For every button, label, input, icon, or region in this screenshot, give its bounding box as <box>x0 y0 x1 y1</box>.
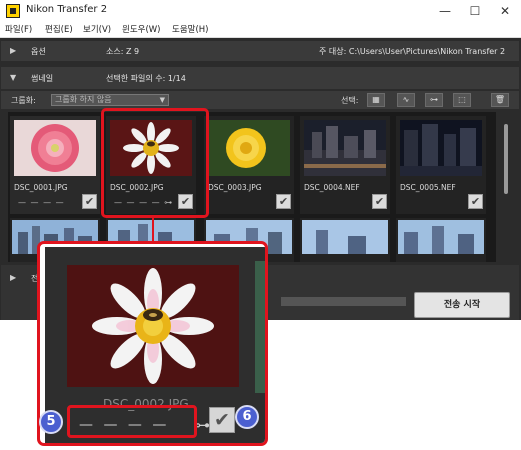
thumbnail-cell[interactable]: DSC_0001.JPG — — — — ✔ <box>10 116 100 214</box>
thumbnail-filename: DSC_0003.JPG <box>208 183 262 192</box>
menu-view[interactable]: 보기(V) <box>83 23 111 35</box>
trash-icon[interactable]: 🗑 <box>491 93 509 107</box>
thumbnail-image <box>302 220 388 254</box>
thumbnail-grid: DSC_0001.JPG — — — — ✔ DSC_0002.JPG — — … <box>8 112 496 262</box>
menu-help[interactable]: 도움말(H) <box>172 23 208 35</box>
select-label: 선택: <box>341 96 359 105</box>
checkbox-checked-icon[interactable]: ✔ <box>372 194 387 209</box>
thumbnail-cell[interactable]: DSC_0005.NEF ✔ <box>396 116 486 214</box>
zoom-next-thumbnail <box>255 261 265 393</box>
options-row[interactable]: ▶ 옵션 소스: Z 9 주 대상: C:\Users\User\Picture… <box>1 41 519 61</box>
checkbox-checked-icon[interactable]: ✔ <box>82 194 97 209</box>
checkbox-checked-icon[interactable]: ✔ <box>276 194 291 209</box>
thumbnails-label: 썸네일 <box>31 74 54 83</box>
menu-bar: 파일(F) 편집(E) 보기(V) 윈도우(W) 도움말(H) <box>0 22 521 38</box>
scrollbar-thumb[interactable] <box>504 124 508 194</box>
thumbnail-image <box>208 120 290 176</box>
app-logo-icon <box>6 4 20 18</box>
minimize-button[interactable]: — <box>430 0 460 22</box>
thumbnail-cell[interactable] <box>300 218 390 262</box>
selected-thumbnail-highlight <box>101 108 209 218</box>
thumbnail-status-dashes: — — — — <box>18 198 65 207</box>
thumbnail-image <box>14 120 96 176</box>
thumbnail-cell[interactable]: DSC_0004.NEF ✔ <box>300 116 390 214</box>
thumbnail-cell[interactable] <box>396 218 486 262</box>
vertical-scrollbar[interactable] <box>500 112 512 262</box>
thumbnail-cell[interactable]: DSC_0003.JPG ✔ <box>204 116 294 214</box>
thumbnail-filename: DSC_0005.NEF <box>400 183 456 192</box>
callout-6: 6 <box>235 405 259 429</box>
select-all-icon[interactable]: ▦ <box>367 93 385 107</box>
progress-bar <box>281 297 406 306</box>
menu-window[interactable]: 윈도우(W) <box>122 23 161 35</box>
checkbox-checked-icon[interactable]: ✔ <box>468 194 483 209</box>
menu-file[interactable]: 파일(F) <box>5 23 32 35</box>
key-icon: ⊶ <box>195 416 210 434</box>
thumbnail-image <box>400 120 482 176</box>
status-highlight <box>67 405 197 438</box>
thumbnail-toolbar: 그룹화: 그룹화 하지 않음 ▼ 선택: ▦ ∿ ⊶ ⬚ 🗑 <box>1 91 519 109</box>
options-label: 옵션 <box>31 47 46 56</box>
expand-arrow-icon[interactable]: ▶ <box>10 46 16 55</box>
thumbnail-image <box>398 220 484 254</box>
selected-count: 선택한 파일의 수: 1/14 <box>106 74 186 83</box>
window-title: Nikon Transfer 2 <box>26 4 108 15</box>
thumbnail-filename: DSC_0004.NEF <box>304 183 360 192</box>
menu-edit[interactable]: 편집(E) <box>45 23 73 35</box>
select-new-icon[interactable]: ∿ <box>397 93 415 107</box>
collapse-arrow-icon[interactable]: ▼ <box>10 73 16 82</box>
group-label: 그룹화: <box>11 96 36 105</box>
checkbox-checked-icon[interactable]: ✔ <box>209 407 235 433</box>
deselect-icon[interactable]: ⬚ <box>453 93 471 107</box>
thumbnail-filename: DSC_0001.JPG <box>14 183 68 192</box>
stage: Nikon Transfer 2 — ☐ ✕ 파일(F) 편집(E) 보기(V)… <box>0 0 521 450</box>
chevron-down-icon: ▼ <box>159 96 165 104</box>
select-protected-icon[interactable]: ⊶ <box>425 93 443 107</box>
title-bar: Nikon Transfer 2 — ☐ ✕ <box>0 0 521 22</box>
thumbnail-image <box>304 120 386 176</box>
callout-5: 5 <box>39 410 63 434</box>
destination-text: 주 대상: C:\Users\User\Pictures\Nikon Trans… <box>319 47 506 56</box>
group-select-value: 그룹화 하지 않음 <box>55 95 112 104</box>
zoom-image <box>67 265 239 387</box>
highlight-connector <box>152 217 154 242</box>
expand-arrow-icon[interactable]: ▶ <box>10 273 16 282</box>
close-button[interactable]: ✕ <box>490 0 520 22</box>
thumbnails-row[interactable]: ▼ 썸네일 선택한 파일의 수: 1/14 <box>1 67 519 89</box>
source-text: 소스: Z 9 <box>106 47 140 56</box>
start-transfer-button[interactable]: 전송 시작 <box>414 292 510 318</box>
group-select[interactable]: 그룹화 하지 않음 ▼ <box>51 94 169 106</box>
maximize-button[interactable]: ☐ <box>460 0 490 22</box>
